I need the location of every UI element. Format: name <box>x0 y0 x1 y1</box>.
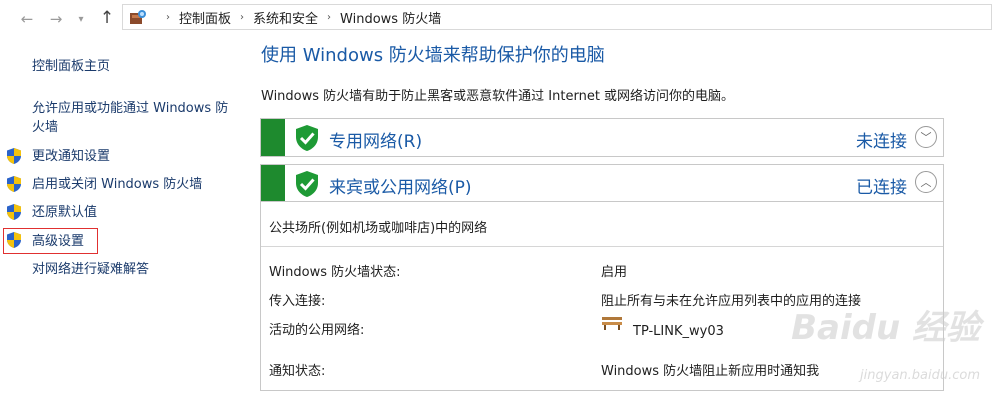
page-description: Windows 防火墙有助于防止黑客或恶意软件通过 Internet 或网络访问… <box>261 89 735 104</box>
detail-value: Windows 防火墙阻止新应用时通知我 <box>601 364 820 379</box>
address-bar[interactable]: › 控制面板 › 系统和安全 › Windows 防火墙 <box>122 4 992 30</box>
address-toolbar: ← → ▾ ↑ › 控制面板 › 系统和安全 › Windows 防火墙 <box>0 0 1000 36</box>
details-header: 公共场所(例如机场或咖啡店)中的网络 <box>269 221 488 236</box>
divider <box>261 246 943 247</box>
breadcrumb-separator: › <box>166 11 170 23</box>
status-bar <box>261 119 285 156</box>
breadcrumb-item-system-security[interactable]: 系统和安全 <box>253 8 318 27</box>
public-network-details: 公共场所(例如机场或咖啡店)中的网络 Windows 防火墙状态: 启用 传入连… <box>260 201 944 391</box>
detail-value: 启用 <box>601 265 628 280</box>
detail-label: Windows 防火墙状态: <box>269 265 401 280</box>
network-name-private: 专用网络(R) <box>329 132 423 152</box>
chevron-down-icon: ▾ <box>78 13 84 25</box>
breadcrumb-item-firewall[interactable]: Windows 防火墙 <box>340 8 441 27</box>
arrow-right-icon: → <box>49 10 63 28</box>
network-name-public: 来宾或公用网络(P) <box>329 178 472 198</box>
expand-chevron-icon[interactable]: ﹀ <box>915 126 937 148</box>
network-status-private: 未连接 <box>856 132 907 152</box>
forward-button[interactable]: → <box>45 8 67 30</box>
sidebar-item-allow-apps[interactable]: 允许应用或功能通过 Windows 防火墙 <box>32 99 232 137</box>
public-network-bench-icon <box>602 317 622 330</box>
network-status-public: 已连接 <box>856 178 907 198</box>
detail-value: TP-LINK_wy03 <box>633 324 724 339</box>
breadcrumb-separator: › <box>327 11 332 23</box>
detail-label: 传入连接: <box>269 294 326 309</box>
recent-locations-button[interactable]: ▾ <box>70 8 92 30</box>
private-network-panel[interactable]: 专用网络(R) 未连接 ﹀ <box>260 118 944 157</box>
control-panel-icon <box>129 9 147 25</box>
up-button[interactable]: ↑ <box>96 7 118 29</box>
sidebar-item-control-panel-home[interactable]: 控制面板主页 <box>32 57 110 76</box>
detail-label: 通知状态: <box>269 364 326 379</box>
green-shield-check-icon <box>296 171 318 197</box>
status-bar <box>261 165 285 201</box>
sidebar-item-notification-settings[interactable]: 更改通知设置 <box>32 147 110 166</box>
uac-shield-icon <box>7 148 21 164</box>
breadcrumb-separator: › <box>240 11 245 23</box>
public-network-panel[interactable]: 来宾或公用网络(P) 已连接 ︿ <box>260 164 944 202</box>
breadcrumb-item-control-panel[interactable]: 控制面板 <box>179 8 231 27</box>
back-button[interactable]: ← <box>16 8 38 30</box>
sidebar: 控制面板主页 允许应用或功能通过 Windows 防火墙 更改通知设置 启用或关… <box>0 36 250 412</box>
sidebar-item-toggle-firewall[interactable]: 启用或关闭 Windows 防火墙 <box>32 175 202 194</box>
uac-shield-icon <box>7 232 21 248</box>
arrow-left-icon: ← <box>20 10 34 28</box>
sidebar-item-troubleshoot[interactable]: 对网络进行疑难解答 <box>32 260 149 279</box>
watermark: Baidu 经验 <box>791 308 980 348</box>
green-shield-check-icon <box>296 125 318 151</box>
uac-shield-icon <box>7 176 21 192</box>
sidebar-item-advanced-settings[interactable]: 高级设置 <box>32 232 84 251</box>
watermark-url: jingyan.baidu.com <box>860 368 980 383</box>
sidebar-item-restore-defaults[interactable]: 还原默认值 <box>32 203 97 222</box>
page-title: 使用 Windows 防火墙来帮助保护你的电脑 <box>261 45 605 66</box>
uac-shield-icon <box>7 204 21 220</box>
collapse-chevron-icon[interactable]: ︿ <box>915 171 937 193</box>
arrow-up-icon: ↑ <box>99 8 115 28</box>
detail-label: 活动的公用网络: <box>269 323 365 338</box>
